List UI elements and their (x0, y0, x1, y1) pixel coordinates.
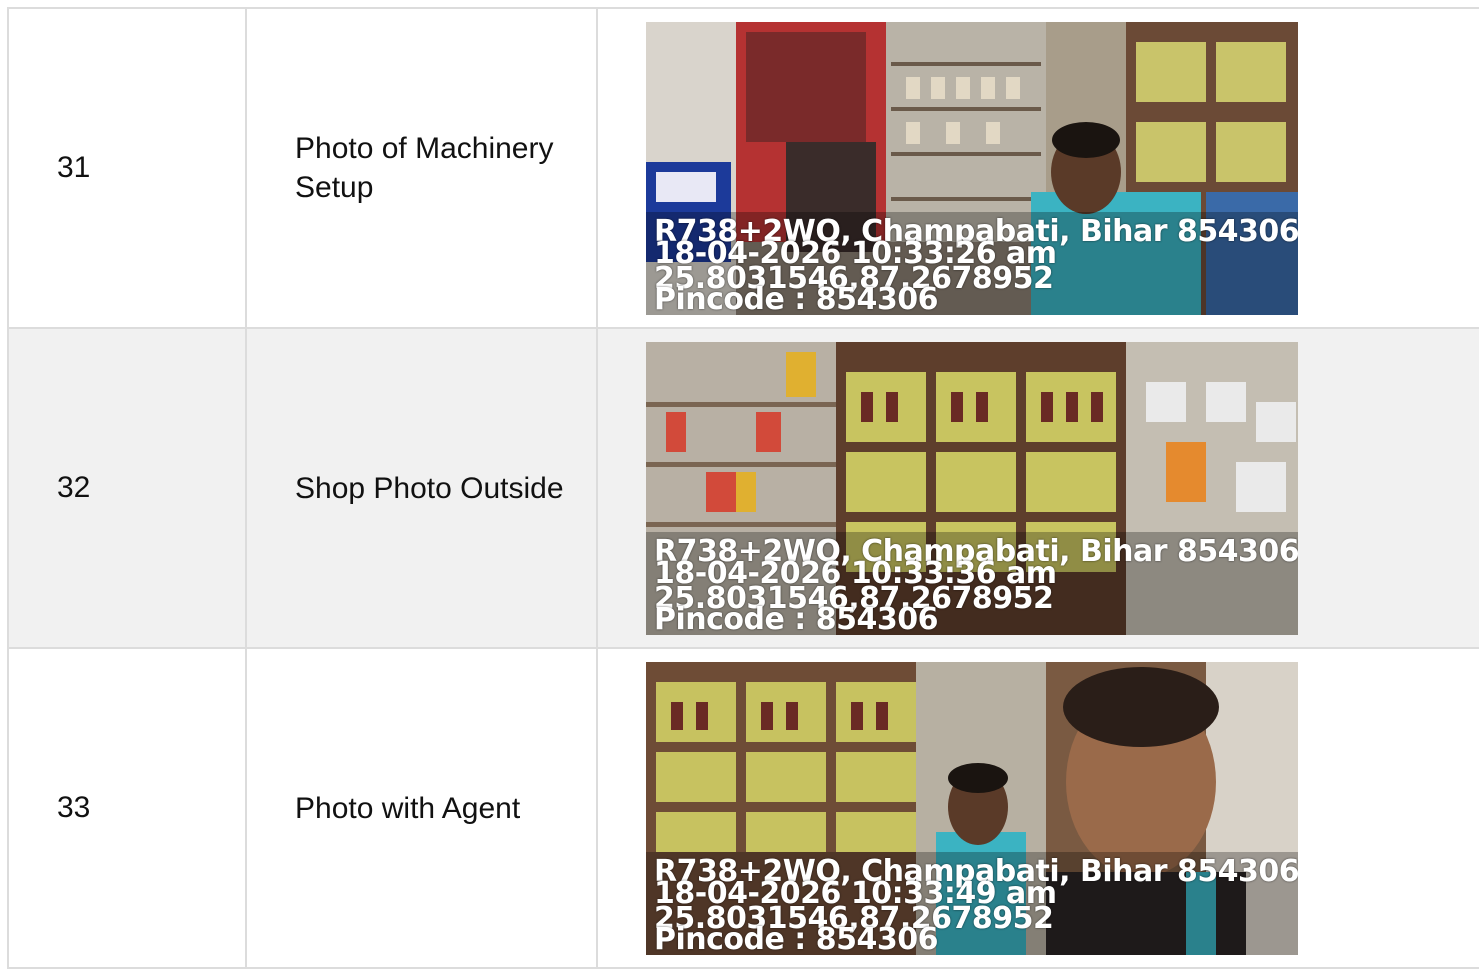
photo-label: Photo with Agent (295, 791, 521, 825)
serial-cell: 33 (7, 647, 247, 969)
stamp-pincode: Pincode : 854306 (654, 921, 938, 955)
photo-cell: R738+2WQ, Champabati, Bihar 854306, Indi… (596, 7, 1479, 329)
geo-stamp: R738+2WQ, Champabati, Bihar 854306, Indi… (646, 851, 1298, 955)
geo-stamp: R738+2WQ, Champabati, Bihar 854306, Indi… (646, 211, 1298, 315)
serial-cell: 32 (7, 327, 247, 649)
photo-label: Photo of Machinery Setup (295, 132, 554, 204)
machinery-photo: R738+2WQ, Champabati, Bihar 854306, Indi… (646, 21, 1298, 315)
serial-cell: 31 (7, 7, 247, 329)
label-cell: Photo of Machinery Setup (245, 7, 598, 329)
shop-outside-photo: R738+2WQ, Champabati, Bihar 854306, Indi… (646, 341, 1298, 635)
label-cell: Photo with Agent (245, 647, 598, 969)
serial-number: 33 (57, 791, 91, 824)
photo-table: 31 Photo of Machinery Setup R738+2WQ, Ch… (7, 7, 1479, 969)
table-row: 31 Photo of Machinery Setup R738+2WQ, Ch… (7, 7, 1479, 329)
table-row: 32 Shop Photo Outside R738+2WQ, Champaba… (7, 327, 1479, 649)
table-row: 33 Photo with Agent R738+2WQ, Champabati… (7, 647, 1479, 969)
photo-label: Shop Photo Outside (295, 471, 564, 505)
stamp-pincode: Pincode : 854306 (654, 601, 938, 635)
geo-stamp: R738+2WQ, Champabati, Bihar 854306, Indi… (646, 531, 1298, 635)
stamp-pincode: Pincode : 854306 (654, 281, 938, 315)
label-cell: Shop Photo Outside (245, 327, 598, 649)
photo-cell: R738+2WQ, Champabati, Bihar 854306, Indi… (596, 647, 1479, 969)
serial-number: 31 (57, 151, 91, 184)
serial-number: 32 (57, 471, 91, 504)
agent-photo: R738+2WQ, Champabati, Bihar 854306, Indi… (646, 661, 1298, 955)
photo-cell: R738+2WQ, Champabati, Bihar 854306, Indi… (596, 327, 1479, 649)
